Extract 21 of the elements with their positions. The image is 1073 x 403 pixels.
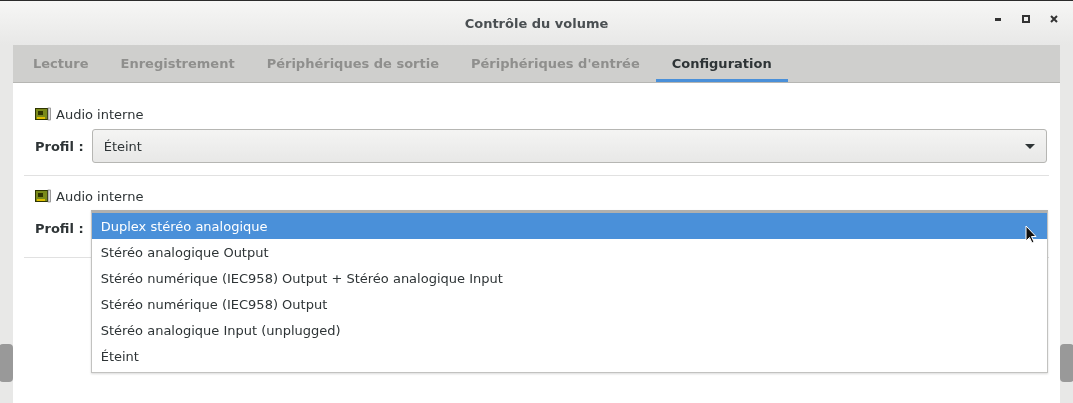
sound-card-icon <box>35 107 51 121</box>
device-name: Audio interne <box>56 106 144 122</box>
profile-label: Profil : <box>35 220 84 236</box>
resize-handle[interactable] <box>0 344 13 382</box>
mouse-pointer-icon <box>1025 225 1037 244</box>
menu-item[interactable]: Stéréo numérique (IEC958) Output <box>91 291 1047 317</box>
minimize-icon <box>995 17 1001 21</box>
window-title: Contrôle du volume <box>464 15 609 31</box>
menu-item[interactable]: Éteint <box>91 343 1047 369</box>
profile-label: Profil : <box>35 138 84 154</box>
menu-item[interactable]: Stéréo numérique (IEC958) Output + Stéréo analogique Input <box>91 265 1047 291</box>
sound-card-icon <box>35 189 51 203</box>
dropdown-arrow-icon <box>1025 143 1035 149</box>
maximize-button[interactable] <box>1019 12 1033 26</box>
close-icon <box>1050 15 1058 23</box>
maximize-icon <box>1022 15 1030 23</box>
resize-handle[interactable] <box>1060 344 1073 382</box>
menu-item[interactable]: Stéréo analogique Input (unplugged) <box>91 317 1047 343</box>
menu-item[interactable]: Stéréo analogique Output <box>91 239 1047 265</box>
profile-dropdown[interactable]: Éteint <box>91 129 1047 163</box>
device-name: Audio interne <box>56 188 144 204</box>
